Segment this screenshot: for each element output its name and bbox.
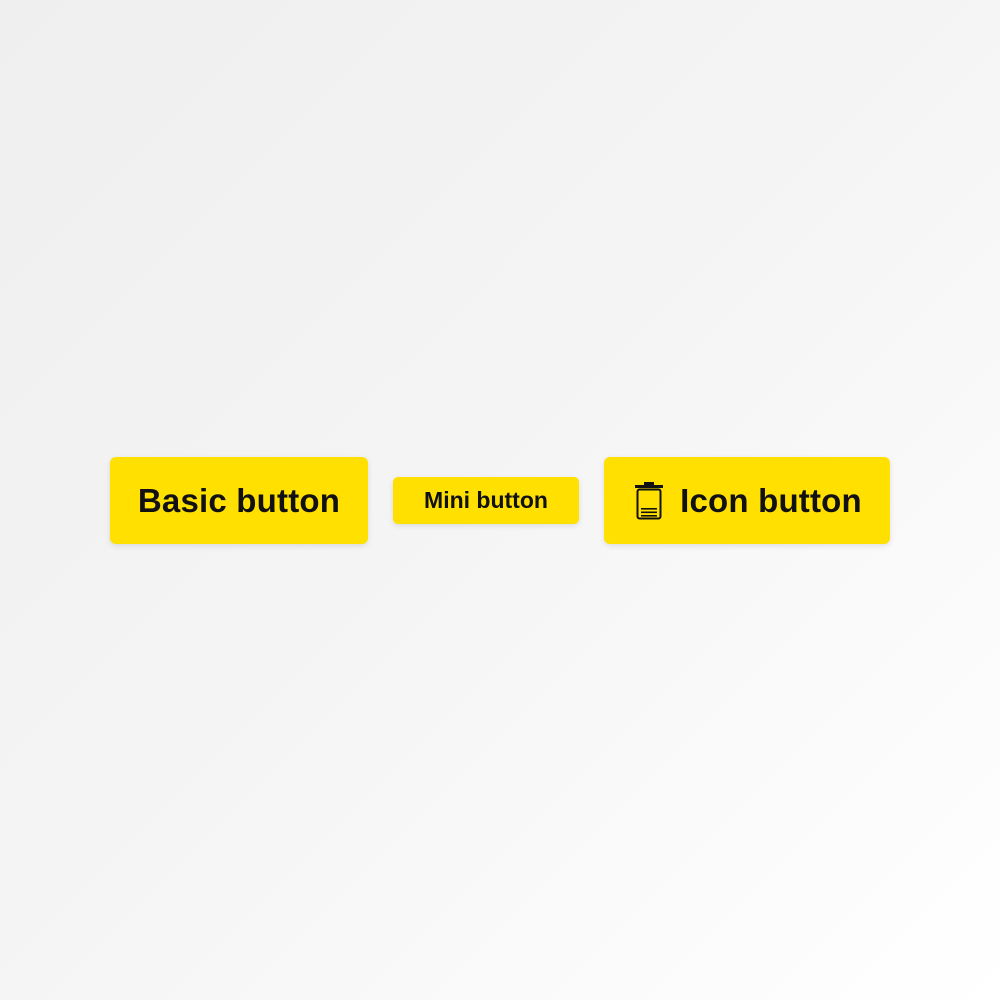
icon-button-label: Icon button	[680, 481, 862, 519]
icon-button[interactable]: Icon button	[604, 457, 890, 544]
basic-button[interactable]: Basic button	[110, 457, 368, 544]
basic-button-label: Basic button	[137, 481, 341, 519]
canvas: Basic button Mini button Icon button	[0, 0, 1000, 1000]
mini-button[interactable]: Mini button	[393, 477, 579, 524]
trash-icon	[632, 481, 666, 521]
mini-button-label: Mini button	[424, 487, 548, 513]
